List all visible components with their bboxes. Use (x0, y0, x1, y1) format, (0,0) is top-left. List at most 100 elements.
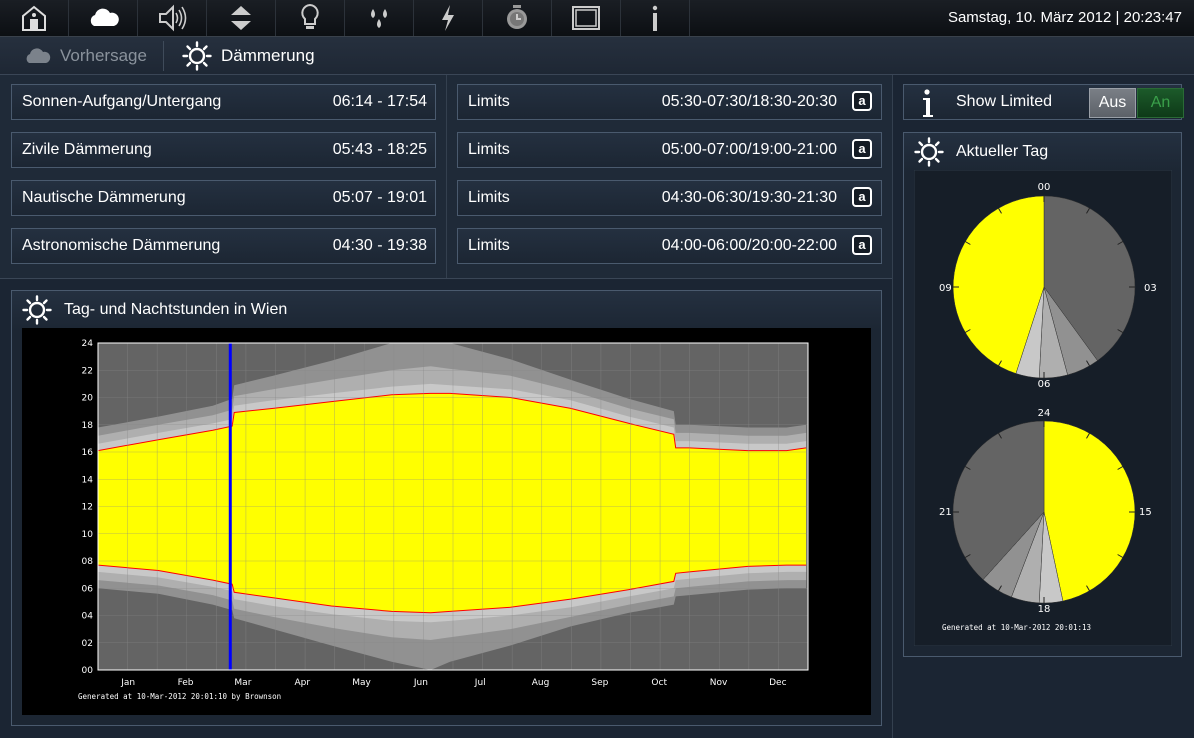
limits-value: 04:30-06:30/19:30-21:30 (661, 189, 837, 206)
y-tick-label: 16 (82, 448, 94, 458)
clock-label-left: 21 (939, 507, 952, 518)
shutter-button[interactable] (207, 0, 276, 36)
limits-row: Limits 04:30-06:30/19:30-21:30 a (457, 180, 882, 216)
chart-title: Tag- und Nachtstunden in Wien (64, 301, 288, 318)
sun-icon (22, 295, 52, 325)
lightning-icon (442, 5, 454, 31)
x-tick-label: Feb (178, 678, 194, 688)
y-tick-label: 10 (82, 530, 94, 540)
clock-label-right: 03 (1144, 283, 1157, 294)
twilight-value: 06:14 - 17:54 (332, 93, 427, 110)
y-tick-label: 22 (82, 366, 93, 376)
y-tick-label: 02 (82, 639, 93, 649)
year-chart-panel: Tag- und Nachtstunden in Wien 00 02 04 06 08… (11, 290, 882, 726)
info-icon (652, 5, 658, 31)
alarm-clock-icon (507, 5, 527, 29)
x-tick-label: Dec (769, 678, 786, 688)
twilight-row-astronomical: Astronomische Dämmerung 04:30 - 19:38 (11, 228, 436, 264)
limits-value: 05:30-07:30/18:30-20:30 (661, 93, 837, 110)
clock-label-top: 00 (1038, 182, 1051, 193)
drops-icon (371, 9, 387, 28)
clock-label-bottom: 18 (1038, 604, 1051, 615)
y-tick-label: 18 (82, 421, 94, 431)
twilight-label: Astronomische Dämmerung (22, 237, 221, 254)
home-button[interactable] (0, 0, 69, 36)
y-tick-label: 12 (82, 503, 93, 513)
toggle-on-button[interactable]: An (1137, 88, 1184, 118)
x-tick-label: Sep (591, 678, 608, 688)
weather-button[interactable] (69, 0, 138, 36)
current-day-title: Aktueller Tag (956, 143, 1049, 160)
up-down-arrows-icon (231, 6, 251, 30)
window-button[interactable] (552, 0, 621, 36)
cloud-icon (90, 8, 119, 26)
audio-button[interactable] (138, 0, 207, 36)
generated-note: Generated at 10-Mar-2012 20:01:13 (942, 623, 1091, 632)
day-clock-charts: 00 03 06 09 24 15 18 21 Generated at 10-… (914, 170, 1172, 646)
limits-row: Limits 04:00-06:00/20:00-22:00 a (457, 228, 882, 264)
column-divider (892, 75, 893, 738)
current-datetime: Samstag, 10. März 2012 | 20:23:47 (947, 9, 1182, 26)
y-tick-label: 14 (82, 475, 94, 485)
limits-label: Limits (468, 189, 510, 206)
x-tick-label: Mar (234, 678, 251, 688)
limits-row: Limits 05:30-07:30/18:30-20:30 a (457, 84, 882, 120)
column-divider (446, 75, 447, 278)
sun-icon (182, 40, 212, 71)
twilight-label: Zivile Dämmerung (22, 141, 152, 158)
info-icon (923, 89, 933, 117)
home-icon (22, 5, 46, 31)
current-day-panel: Aktueller Tag 00 03 06 09 24 15 18 21 Ge… (903, 132, 1182, 657)
sun-icon (914, 137, 944, 167)
tab-bar: Vorhersage Dämmerung (0, 37, 1194, 75)
twilight-row-civil: Zivile Dämmerung 05:43 - 18:25 (11, 132, 436, 168)
twilight-label: Sonnen-Aufgang/Untergang (22, 93, 222, 110)
x-tick-label: Nov (710, 678, 728, 688)
limits-label: Limits (468, 93, 510, 110)
tab-twilight-label: Dämmerung (221, 45, 315, 65)
x-tick-label: Apr (294, 678, 310, 688)
limits-row: Limits 05:00-07:00/19:00-21:00 a (457, 132, 882, 168)
limits-value: 05:00-07:00/19:00-21:00 (661, 141, 837, 158)
limits-edit-button[interactable]: a (852, 187, 872, 207)
cloud-icon (26, 47, 51, 63)
chart-footer: Generated at 10-Mar-2012 20:01:10 by Bro… (78, 692, 281, 701)
alarm-button[interactable] (483, 0, 552, 36)
clock-label-bottom: 06 (1038, 379, 1051, 390)
y-tick-label: 06 (82, 584, 94, 594)
limits-edit-button[interactable]: a (852, 139, 872, 159)
twilight-row-nautical: Nautische Dämmerung 05:07 - 19:01 (11, 180, 436, 216)
limits-edit-button[interactable]: a (852, 235, 872, 255)
show-limited-label: Show Limited (956, 93, 1053, 110)
window-icon (572, 6, 600, 30)
info-button[interactable] (621, 0, 690, 36)
water-button[interactable] (345, 0, 414, 36)
clock-label-left: 09 (939, 283, 952, 294)
x-tick-label: Jun (413, 678, 428, 688)
limits-label: Limits (468, 141, 510, 158)
tab-forecast[interactable]: Vorhersage (22, 37, 147, 74)
light-button[interactable] (276, 0, 345, 36)
daylight-year-chart: 00 02 04 06 08 10 12 14 16 18 20 22 24 Jan Feb Mar Apr Ma… (22, 328, 871, 715)
x-tick-label: May (352, 678, 371, 688)
limits-edit-button[interactable]: a (852, 91, 872, 111)
y-tick-label: 00 (82, 666, 94, 676)
twilight-label: Nautische Dämmerung (22, 189, 186, 206)
twilight-value: 04:30 - 19:38 (332, 237, 427, 254)
y-tick-label: 04 (82, 612, 94, 622)
energy-button[interactable] (414, 0, 483, 36)
top-navigation-bar: Samstag, 10. März 2012 | 20:23:47 (0, 0, 1194, 37)
bulb-icon (301, 3, 319, 29)
x-tick-label: Jul (474, 678, 486, 688)
twilight-value: 05:07 - 19:01 (332, 189, 427, 206)
x-tick-label: Jan (120, 678, 135, 688)
y-tick-label: 24 (82, 339, 94, 349)
speaker-icon (159, 4, 187, 32)
y-tick-label: 20 (82, 394, 94, 404)
toggle-off-button[interactable]: Aus (1089, 88, 1136, 118)
x-tick-label: Aug (532, 678, 550, 688)
tab-twilight[interactable]: Dämmerung (182, 37, 315, 74)
clock-label-top: 24 (1038, 408, 1051, 419)
clock-label-right: 15 (1139, 507, 1152, 518)
twilight-row-sunrise: Sonnen-Aufgang/Untergang 06:14 - 17:54 (11, 84, 436, 120)
